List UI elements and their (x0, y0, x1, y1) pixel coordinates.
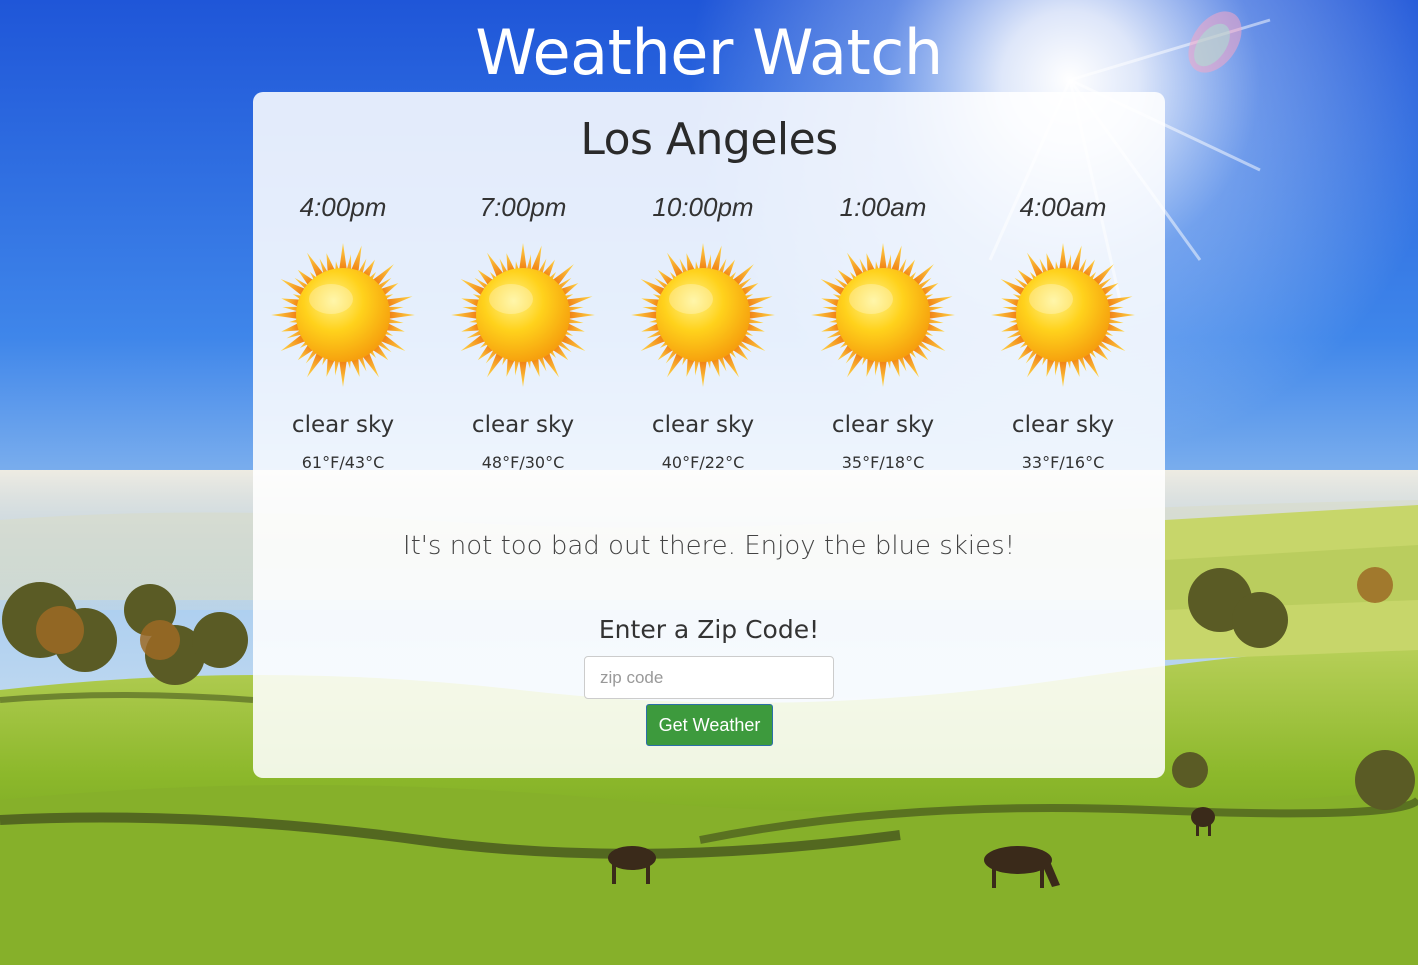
forecast-description: clear sky (1011, 412, 1115, 438)
city-name: Los Angeles (580, 114, 838, 165)
forecast-temperature: 40°F/22°C (661, 453, 745, 472)
forecast-description: clear sky (471, 412, 575, 438)
app-title: Weather Watch (475, 16, 943, 89)
forecast-row: 4:00pm clear sky 61°F/43°C 7:00pm clear … (253, 189, 1165, 489)
weather-card: Los Angeles 4:00pm clear sky 61°F/43°C 7… (253, 92, 1165, 778)
forecast-time: 1:00am (839, 192, 927, 222)
sun-icon (809, 241, 957, 389)
weather-message: It's not too bad out there. Enjoy the bl… (402, 531, 1016, 561)
sun-icon (629, 241, 777, 389)
forecast-description: clear sky (291, 412, 395, 438)
forecast-description: clear sky (831, 412, 935, 438)
zip-code-input[interactable] (584, 656, 834, 699)
forecast-temperature: 61°F/43°C (301, 453, 385, 472)
get-weather-button[interactable]: Get Weather (646, 704, 773, 746)
forecast-item: 1:00am clear sky 35°F/18°C (793, 189, 973, 489)
forecast-item: 10:00pm clear sky 40°F/22°C (613, 189, 793, 489)
zip-code-heading: Enter a Zip Code! (598, 615, 820, 644)
sun-icon (449, 241, 597, 389)
forecast-temperature: 33°F/16°C (1021, 453, 1105, 472)
forecast-description: clear sky (651, 412, 755, 438)
forecast-temperature: 48°F/30°C (481, 453, 565, 472)
forecast-time: 4:00am (1019, 192, 1107, 222)
forecast-time: 10:00pm (652, 192, 754, 222)
forecast-time: 4:00pm (299, 192, 387, 222)
sun-icon (269, 241, 417, 389)
forecast-item: 4:00am clear sky 33°F/16°C (973, 189, 1153, 489)
forecast-temperature: 35°F/18°C (841, 453, 925, 472)
sun-icon (989, 241, 1137, 389)
forecast-item: 4:00pm clear sky 61°F/43°C (253, 189, 433, 489)
forecast-item: 7:00pm clear sky 48°F/30°C (433, 189, 613, 489)
forecast-time: 7:00pm (479, 192, 567, 222)
